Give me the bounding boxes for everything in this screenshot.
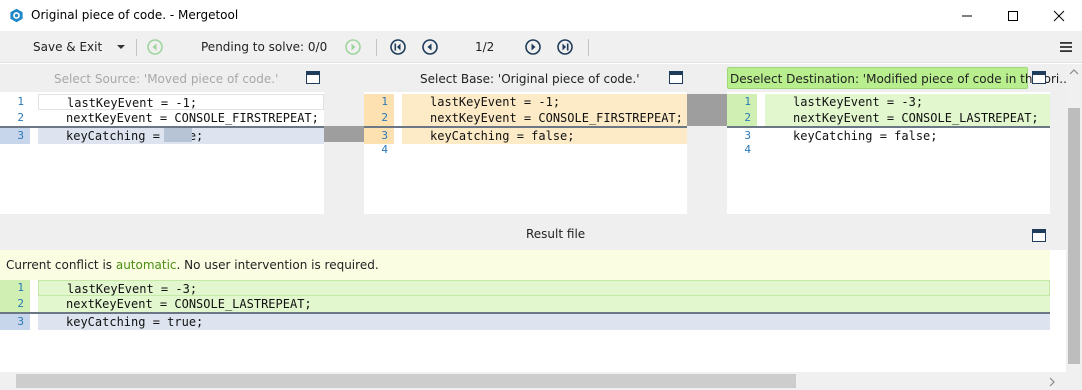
code-line: 1 lastKeyEvent = -3; bbox=[727, 94, 1050, 110]
code-line: 4 bbox=[727, 142, 1050, 158]
code-line: 2 nextKeyEvent = CONSOLE_FIRSTREPEAT; bbox=[364, 110, 687, 126]
minimize-button[interactable] bbox=[944, 0, 990, 31]
line-text: lastKeyEvent = -1; bbox=[38, 94, 324, 110]
pending-status: Pending to solve: 0/0 bbox=[201, 40, 328, 54]
maximize-pane-icon[interactable] bbox=[1032, 229, 1046, 242]
code-line: 3 keyCatching = false; bbox=[727, 126, 1050, 143]
title-bar: Original piece of code. - Mergetool bbox=[0, 0, 1082, 31]
code-line: 2 nextKeyEvent = CONSOLE_LASTREPEAT; bbox=[0, 296, 1050, 312]
status-automatic: automatic bbox=[115, 258, 177, 272]
result-pane[interactable]: 1 lastKeyEvent = -3; 2 nextKeyEvent = CO… bbox=[0, 280, 1050, 372]
line-number: 2 bbox=[364, 110, 394, 126]
deselect-destination-label: Deselect Destination: 'Modified piece of… bbox=[730, 72, 1071, 86]
line-number: 1 bbox=[0, 280, 30, 296]
code-line: 1 lastKeyEvent = -1; bbox=[0, 94, 324, 110]
first-difference-icon[interactable] bbox=[389, 38, 407, 56]
previous-conflict-icon[interactable] bbox=[146, 38, 164, 56]
line-text bbox=[765, 142, 1050, 158]
horizontal-scrollbar[interactable] bbox=[0, 372, 1066, 390]
scroll-corner bbox=[1066, 372, 1082, 390]
diff-connector bbox=[324, 126, 364, 142]
line-number: 3 bbox=[0, 128, 30, 144]
difference-counter: 1/2 bbox=[475, 40, 495, 54]
line-number: 1 bbox=[17, 95, 24, 108]
conflict-status-bar: Current conflict is automatic. No user i… bbox=[0, 250, 1050, 280]
last-difference-icon[interactable] bbox=[556, 38, 574, 56]
diff-connector bbox=[687, 94, 727, 126]
hamburger-menu-icon[interactable] bbox=[1057, 38, 1075, 56]
line-text: nextKeyEvent = CONSOLE_LASTREPEAT; bbox=[765, 110, 1050, 126]
line-text: keyCatching = true; bbox=[38, 314, 1050, 330]
toolbar-separator bbox=[376, 39, 377, 56]
line-text: nextKeyEvent = CONSOLE_FIRSTREPEAT; bbox=[66, 111, 319, 125]
save-options-dropdown-icon[interactable] bbox=[112, 38, 130, 56]
code-line: 1 lastKeyEvent = -1; bbox=[364, 94, 687, 110]
select-source-button[interactable]: Select Source: 'Moved piece of code.' bbox=[54, 72, 278, 86]
toolbar-separator bbox=[588, 39, 589, 56]
status-suffix: . No user intervention is required. bbox=[176, 258, 379, 272]
app-logo-icon bbox=[10, 8, 23, 23]
maximize-pane-icon[interactable] bbox=[1032, 71, 1046, 84]
line-text: lastKeyEvent = -3; bbox=[765, 94, 1050, 110]
close-icon bbox=[1053, 10, 1065, 21]
minimize-icon bbox=[962, 15, 972, 16]
destination-pane[interactable]: 1 lastKeyEvent = -3; 2 nextKeyEvent = CO… bbox=[727, 92, 1050, 214]
maximize-button[interactable] bbox=[990, 0, 1036, 31]
toolbar-separator bbox=[136, 39, 137, 56]
maximize-pane-icon[interactable] bbox=[669, 71, 683, 84]
maximize-icon bbox=[1008, 10, 1018, 21]
deselect-destination-button[interactable]: Deselect Destination: 'Modified piece of… bbox=[727, 67, 1071, 89]
line-number: 2 bbox=[17, 111, 24, 124]
source-pane[interactable]: 1 lastKeyEvent = -1; 2 nextKeyEvent = CO… bbox=[0, 92, 324, 214]
next-conflict-icon[interactable] bbox=[344, 38, 362, 56]
line-number: 4 bbox=[381, 143, 388, 156]
line-text: lastKeyEvent = -1; bbox=[402, 94, 687, 110]
line-number: 2 bbox=[0, 296, 30, 312]
code-line: 3 keyCatching = true; bbox=[0, 312, 1050, 330]
scroll-right-icon[interactable] bbox=[1048, 377, 1056, 387]
close-button[interactable] bbox=[1036, 0, 1082, 31]
changed-word-highlight bbox=[164, 128, 192, 142]
status-prefix: Current conflict is bbox=[6, 258, 116, 272]
result-header: Result file bbox=[0, 226, 1066, 250]
code-line: 3 keyCatching = false; bbox=[364, 126, 687, 144]
scroll-up-icon[interactable] bbox=[1069, 68, 1079, 76]
vertical-scrollbar[interactable] bbox=[1066, 64, 1082, 372]
line-number: 4 bbox=[744, 143, 751, 156]
line-text: lastKeyEvent = -3; bbox=[38, 280, 1050, 296]
toolbar: Save & Exit Pending to solve: 0/0 1/2 bbox=[0, 31, 1082, 63]
previous-difference-icon[interactable] bbox=[421, 38, 439, 56]
line-text: nextKeyEvent = CONSOLE_FIRSTREPEAT; bbox=[402, 110, 687, 126]
vertical-scroll-thumb[interactable] bbox=[1068, 108, 1080, 364]
result-title: Result file bbox=[526, 227, 586, 241]
line-number: 2 bbox=[727, 110, 757, 126]
line-text: nextKeyEvent = CONSOLE_LASTREPEAT; bbox=[38, 296, 1050, 312]
line-number: 1 bbox=[364, 94, 394, 110]
maximize-pane-icon[interactable] bbox=[306, 71, 320, 84]
save-exit-button[interactable]: Save & Exit bbox=[33, 40, 102, 54]
next-difference-icon[interactable] bbox=[524, 38, 542, 56]
code-line: 2 nextKeyEvent = CONSOLE_FIRSTREPEAT; bbox=[0, 110, 324, 126]
code-line: 4 bbox=[364, 142, 687, 158]
code-line: 1 lastKeyEvent = -3; bbox=[0, 280, 1050, 296]
line-text bbox=[402, 142, 687, 158]
line-number: 3 bbox=[0, 314, 30, 330]
base-pane[interactable]: 1 lastKeyEvent = -1; 2 nextKeyEvent = CO… bbox=[364, 92, 687, 214]
line-number: 1 bbox=[727, 94, 757, 110]
code-line: 2 nextKeyEvent = CONSOLE_LASTREPEAT; bbox=[727, 110, 1050, 126]
code-line: 3 keyCatching = true; bbox=[0, 126, 324, 144]
window-title: Original piece of code. - Mergetool bbox=[31, 8, 239, 22]
horizontal-scroll-thumb[interactable] bbox=[16, 374, 796, 388]
select-base-button[interactable]: Select Base: 'Original piece of code.' bbox=[420, 72, 640, 86]
